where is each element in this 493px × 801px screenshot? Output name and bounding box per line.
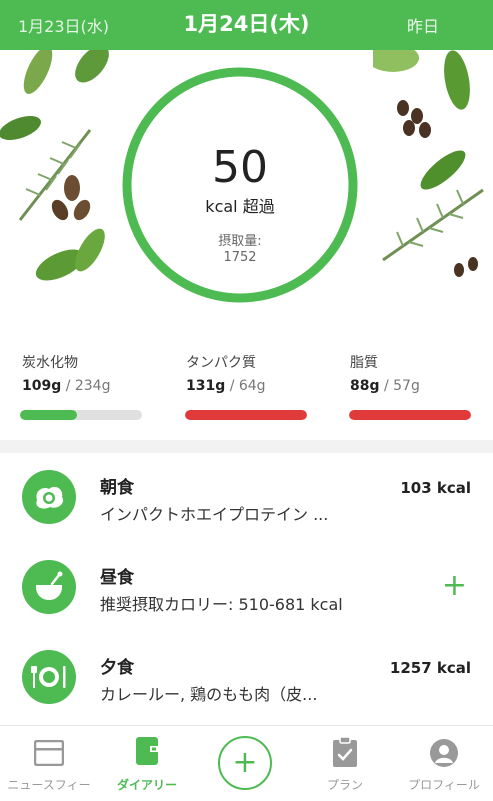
intake-value: 1752 <box>223 250 257 265</box>
macro-protein-bar <box>185 410 307 420</box>
meal-subtitle: インパクトホエイプロテイン ... <box>100 505 329 524</box>
meal-title: 朝食 <box>100 478 134 498</box>
macro-protein: タンパク質 131g / 64g <box>186 352 311 394</box>
calorie-over-value: 50 <box>212 142 268 193</box>
macro-fat-goal: / 57g <box>379 378 420 394</box>
add-icon: + <box>232 745 258 780</box>
tab-diary[interactable]: ダイアリー <box>98 726 196 801</box>
meal-lunch[interactable]: 昼食 推奨摂取カロリー: 510-681 kcal + <box>0 543 493 631</box>
egg-icon <box>22 470 76 524</box>
tab-label: ダイアリー <box>116 778 177 792</box>
date-header: 1月23日(水) 1月24日(木) 昨日 <box>0 0 493 50</box>
meal-kcal: 103 kcal <box>400 479 471 497</box>
macro-fat: 脂質 88g / 57g <box>350 352 475 394</box>
macro-protein-amount: 131g <box>186 378 226 394</box>
newsfeed-icon <box>34 740 64 766</box>
macro-carbs-goal: / 234g <box>61 378 111 394</box>
meal-subtitle: 推奨摂取カロリー: 510-681 kcal <box>100 595 343 614</box>
intake-label: 摂取量: <box>218 234 262 249</box>
macro-fat-label: 脂質 <box>350 355 378 371</box>
meal-subtitle: カレールー, 鶏のもも肉（皮... <box>100 685 318 704</box>
meal-title: 昼食 <box>100 568 134 588</box>
meals-list: 朝食 インパクトホエイプロテイン ... 103 kcal 昼食 推奨摂取カロリ… <box>0 453 493 725</box>
tab-plan[interactable]: プラン <box>296 726 394 801</box>
macro-carbs: 炭水化物 109g / 234g <box>22 352 147 394</box>
macro-protein-label: タンパク質 <box>186 355 256 371</box>
tab-label: プラン <box>326 778 363 792</box>
macro-carbs-amount: 109g <box>22 378 62 394</box>
tab-newsfeed[interactable]: ニュースフィー <box>0 726 98 801</box>
tab-profile[interactable]: プロフィール <box>395 726 493 801</box>
calorie-summary: 50 kcal 超過 摂取量: 1752 <box>0 50 493 340</box>
macro-protein-goal: / 64g <box>225 378 266 394</box>
add-button[interactable]: + <box>218 736 272 790</box>
meal-breakfast[interactable]: 朝食 インパクトホエイプロテイン ... 103 kcal <box>0 453 493 541</box>
meal-title: 夕食 <box>100 658 134 678</box>
tab-label: ニュースフィー <box>7 778 91 792</box>
macro-carbs-bar <box>20 410 142 420</box>
bowl-icon <box>22 560 76 614</box>
macro-fat-amount: 88g <box>350 378 380 394</box>
clipboard-icon <box>333 736 357 767</box>
herbs-decoration-right <box>373 50 484 277</box>
tab-label: プロフィール <box>408 778 480 792</box>
herbs-decoration-left <box>0 50 109 281</box>
bottom-navigation: ニュースフィー ダイアリー + プラン プロフィール <box>0 725 493 801</box>
diary-icon <box>136 737 158 765</box>
meal-dinner[interactable]: 夕食 カレールー, 鶏のもも肉（皮... 1257 kcal <box>0 633 493 721</box>
calorie-over-label: kcal 超過 <box>205 197 275 216</box>
macro-carbs-label: 炭水化物 <box>22 355 78 371</box>
meal-kcal: 1257 kcal <box>389 659 471 677</box>
yesterday-button[interactable]: 昨日 <box>407 13 439 37</box>
macros-panel: 炭水化物 109g / 234g タンパク質 131g / 64g 脂質 88g… <box>0 340 493 440</box>
profile-icon <box>430 739 458 767</box>
add-lunch-button[interactable]: + <box>442 571 467 601</box>
macro-fat-bar <box>349 410 471 420</box>
plate-icon <box>22 650 76 704</box>
